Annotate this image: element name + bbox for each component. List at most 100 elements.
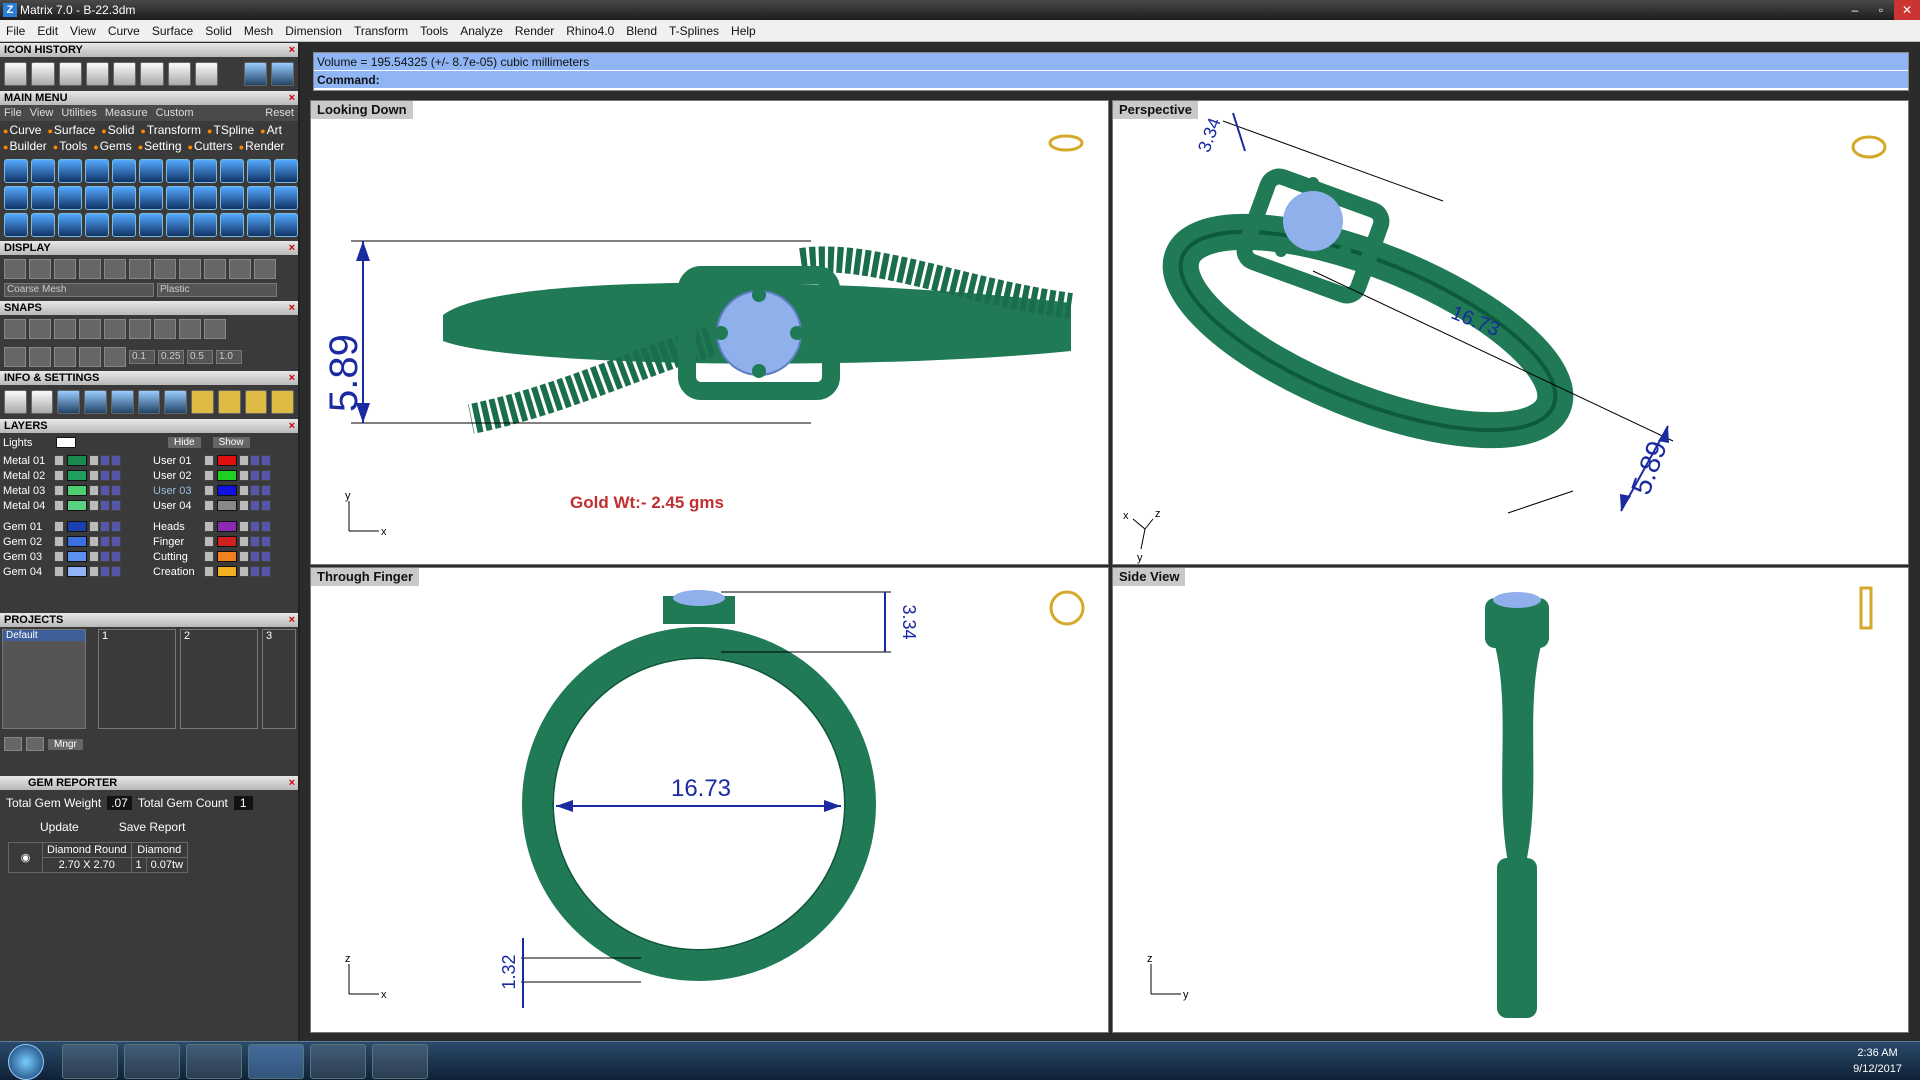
layer-visible-icon[interactable] — [111, 566, 121, 577]
tool-icon[interactable] — [112, 213, 136, 237]
layer-row[interactable]: Gem 04 — [0, 564, 148, 579]
start-button[interactable] — [8, 1044, 44, 1080]
tool-icon[interactable] — [220, 186, 244, 210]
snap-icon[interactable] — [79, 319, 101, 339]
close-icon[interactable]: × — [289, 419, 295, 433]
update-button[interactable]: Update — [40, 820, 79, 834]
layer-arrow-icon[interactable] — [204, 470, 214, 481]
tool-app-icon[interactable] — [372, 1044, 428, 1079]
layer-visible-icon[interactable] — [250, 521, 260, 532]
history-tool-icon[interactable] — [113, 62, 137, 86]
viewport-label-looking-down[interactable]: Looking Down — [311, 101, 413, 119]
layer-color-swatch[interactable] — [217, 521, 237, 532]
project-default[interactable]: Default — [3, 630, 85, 641]
layer-visible-icon[interactable] — [100, 500, 110, 511]
snap-value-1-0[interactable]: 1.0 — [216, 350, 242, 364]
layer-visible-icon[interactable] — [250, 455, 260, 466]
project-slot-2[interactable]: 2 — [180, 629, 258, 729]
layer-visible-icon[interactable] — [111, 521, 121, 532]
save-report-button[interactable]: Save Report — [119, 820, 186, 834]
layer-color-swatch[interactable] — [217, 536, 237, 547]
tool-icon[interactable] — [220, 159, 244, 183]
history-tool-icon[interactable] — [31, 62, 55, 86]
open-folder-icon[interactable] — [194, 62, 219, 86]
tool-icon[interactable] — [58, 159, 82, 183]
tool-icon[interactable] — [247, 213, 271, 237]
layer-visible-icon[interactable] — [100, 470, 110, 481]
add-project-icon[interactable] — [4, 737, 22, 751]
tool-icon[interactable] — [139, 159, 163, 183]
close-icon[interactable]: × — [289, 776, 295, 790]
display-icon[interactable] — [104, 259, 126, 279]
layer-color-swatch[interactable] — [67, 485, 87, 496]
layer-row[interactable]: Gem 01 — [0, 519, 148, 534]
layer-row[interactable]: User 03 — [150, 483, 298, 498]
layer-lock-icon[interactable] — [89, 455, 99, 466]
show-button[interactable]: Show — [212, 437, 250, 448]
layer-visible-icon[interactable] — [100, 551, 110, 562]
layer-color-swatch[interactable] — [217, 470, 237, 481]
viewport-label-side-view[interactable]: Side View — [1113, 568, 1186, 586]
tool-icon[interactable] — [58, 213, 82, 237]
layer-visible-icon[interactable] — [261, 566, 271, 577]
layer-color-swatch[interactable] — [67, 470, 87, 481]
info-tool-icon[interactable] — [191, 390, 214, 414]
layer-visible-icon[interactable] — [261, 485, 271, 496]
tool-icon[interactable] — [193, 213, 217, 237]
layer-lock-icon[interactable] — [89, 566, 99, 577]
layer-arrow-icon[interactable] — [54, 500, 64, 511]
snap-value-0-25[interactable]: 0.25 — [158, 350, 184, 364]
tool-icon[interactable] — [31, 159, 55, 183]
layer-arrow-icon[interactable] — [204, 566, 214, 577]
menu-help[interactable]: Help — [731, 24, 756, 38]
category-tspline[interactable]: TSpline — [207, 123, 254, 137]
view-ring-icon[interactable] — [1048, 134, 1084, 152]
layer-visible-icon[interactable] — [250, 470, 260, 481]
menu-tools[interactable]: Tools — [420, 24, 448, 38]
layer-arrow-icon[interactable] — [204, 536, 214, 547]
layer-row[interactable]: Metal 01 — [0, 453, 148, 468]
viewport-perspective[interactable]: 3.34 16.73 5.89 x z y Perspective — [1112, 100, 1909, 565]
manager-button[interactable]: Mngr — [48, 738, 83, 750]
tool-icon[interactable] — [193, 186, 217, 210]
layer-lock-icon[interactable] — [239, 470, 249, 481]
history-tool-icon[interactable] — [85, 62, 110, 86]
tool-icon[interactable] — [274, 186, 298, 210]
layer-visible-icon[interactable] — [250, 566, 260, 577]
tool-icon[interactable] — [220, 213, 244, 237]
menu-view[interactable]: View — [70, 24, 96, 38]
layer-row[interactable]: Metal 02 — [0, 468, 148, 483]
layer-color-swatch[interactable] — [67, 536, 87, 547]
layer-color-swatch[interactable] — [217, 455, 237, 466]
layer-row[interactable]: Creation — [150, 564, 298, 579]
info-tool-icon[interactable] — [137, 390, 161, 414]
link-reset[interactable]: Reset — [265, 107, 294, 119]
menu-blend[interactable]: Blend — [626, 24, 657, 38]
menu-dimension[interactable]: Dimension — [285, 24, 342, 38]
mesh-select[interactable]: Coarse Mesh — [4, 283, 154, 297]
layer-lock-icon[interactable] — [89, 500, 99, 511]
project-slot-3[interactable]: 3 — [262, 629, 296, 729]
layer-visible-icon[interactable] — [111, 455, 121, 466]
layer-row[interactable]: Cutting — [150, 549, 298, 564]
tool-icon[interactable] — [4, 186, 28, 210]
layer-lock-icon[interactable] — [89, 536, 99, 547]
snap-icon[interactable] — [29, 347, 51, 367]
system-clock[interactable]: 2:36 AM 9/12/2017 — [1853, 1045, 1902, 1077]
snap-icon[interactable] — [54, 347, 76, 367]
paint-icon[interactable] — [310, 1044, 366, 1079]
layer-arrow-icon[interactable] — [54, 536, 64, 547]
layer-visible-icon[interactable] — [100, 536, 110, 547]
history-tool-icon[interactable] — [58, 62, 82, 86]
close-icon[interactable]: × — [289, 371, 295, 385]
close-icon[interactable]: × — [289, 241, 295, 255]
layer-color-swatch[interactable] — [217, 500, 237, 511]
tool-icon[interactable] — [31, 186, 55, 210]
snap-icon[interactable] — [179, 319, 201, 339]
link-custom[interactable]: Custom — [156, 107, 194, 119]
view-ring-icon[interactable] — [1859, 586, 1873, 630]
material-icon[interactable] — [179, 259, 201, 279]
close-icon[interactable]: × — [289, 301, 295, 315]
link-view[interactable]: View — [30, 107, 54, 119]
category-art[interactable]: Art — [260, 123, 282, 137]
